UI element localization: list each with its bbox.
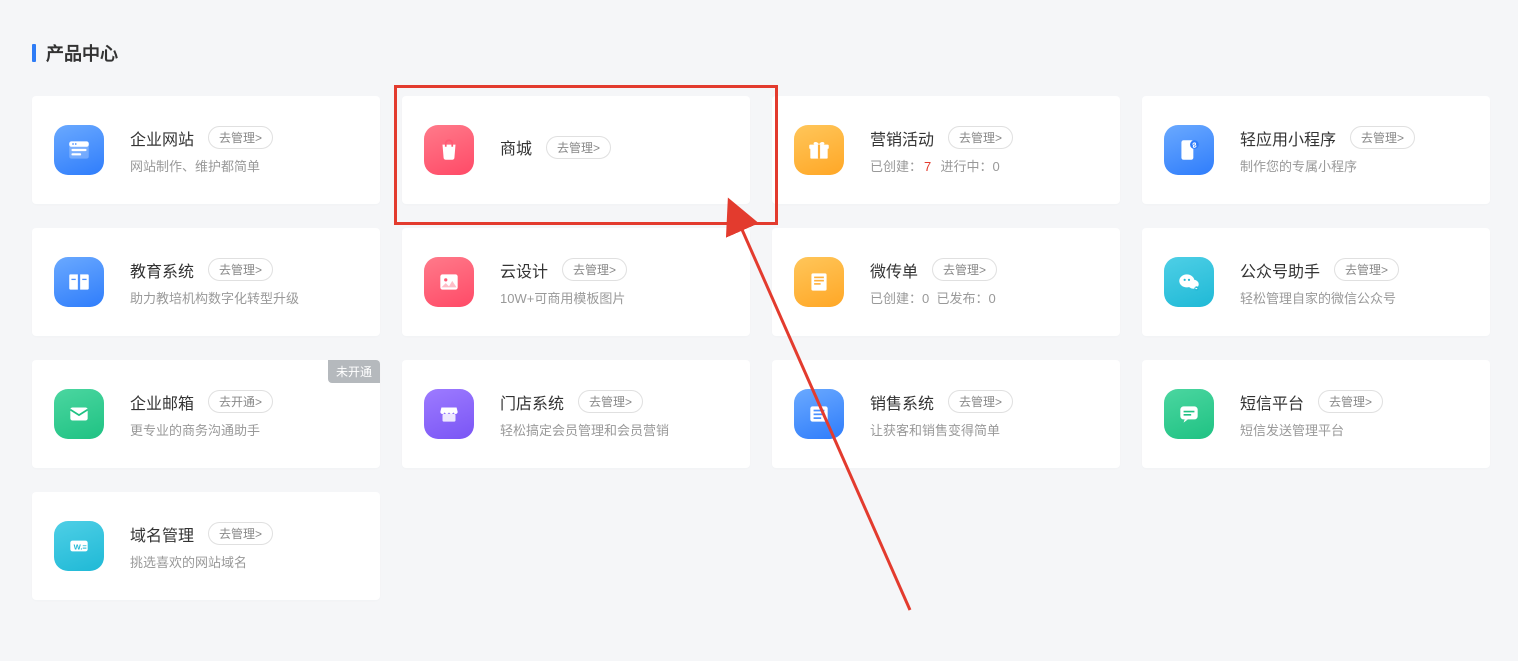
svg-text:W.≡: W.≡: [74, 542, 88, 551]
card-desc: 挑选喜欢的网站域名: [130, 552, 358, 571]
store-icon: [424, 389, 474, 439]
stat-created-value: 7: [924, 159, 931, 174]
card-title: 门店系统: [500, 390, 564, 414]
card-enterprise-site[interactable]: 企业网站 去管理> 网站制作、维护都简单: [32, 96, 380, 204]
manage-button[interactable]: 去管理>: [578, 390, 643, 413]
card-title: 企业邮箱: [130, 390, 194, 414]
card-title: 企业网站: [130, 126, 194, 150]
manage-button[interactable]: 去管理>: [208, 258, 273, 281]
stat-created-value: 0: [922, 291, 929, 306]
stat-created-label: 已创建：: [870, 291, 922, 306]
card-desc: 短信发送管理平台: [1240, 420, 1468, 439]
card-title: 公众号助手: [1240, 258, 1320, 282]
manage-button[interactable]: 去管理>: [208, 126, 273, 149]
card-miniapp[interactable]: 轻应用小程序 去管理> 制作您的专属小程序: [1142, 96, 1490, 204]
miniapp-icon: [1164, 125, 1214, 175]
card-sms-platform[interactable]: 短信平台 去管理> 短信发送管理平台: [1142, 360, 1490, 468]
card-shop[interactable]: 商城 去管理>: [402, 96, 750, 204]
stat-running-label: 进行中：: [940, 159, 992, 174]
card-desc: 制作您的专属小程序: [1240, 156, 1468, 175]
card-micro-flyer[interactable]: 微传单 去管理> 已创建：0 已发布：0: [772, 228, 1120, 336]
card-title: 教育系统: [130, 258, 194, 282]
card-title: 微传单: [870, 258, 918, 282]
card-sales-system[interactable]: 销售系统 去管理> 让获客和销售变得简单: [772, 360, 1120, 468]
card-domain-manage[interactable]: W.≡ 域名管理 去管理> 挑选喜欢的网站域名: [32, 492, 380, 600]
card-title: 销售系统: [870, 390, 934, 414]
card-marketing[interactable]: 营销活动 去管理> 已创建：7 进行中：0: [772, 96, 1120, 204]
manage-button[interactable]: 去管理>: [1350, 126, 1415, 149]
manage-button[interactable]: 去管理>: [208, 522, 273, 545]
card-store-system[interactable]: 门店系统 去管理> 轻松搞定会员管理和会员营销: [402, 360, 750, 468]
section-title: 产品中心: [32, 40, 1486, 66]
manage-button[interactable]: 去管理>: [546, 136, 611, 159]
card-title: 域名管理: [130, 522, 194, 546]
product-grid: 企业网站 去管理> 网站制作、维护都简单 商城 去管理>: [32, 96, 1486, 600]
card-wechat-assist[interactable]: 公众号助手 去管理> 轻松管理自家的微信公众号: [1142, 228, 1490, 336]
card-cloud-design[interactable]: 云设计 去管理> 10W+可商用模板图片: [402, 228, 750, 336]
manage-button[interactable]: 去管理>: [1334, 258, 1399, 281]
card-enterprise-mail[interactable]: 未开通 企业邮箱 去开通> 更专业的商务沟通助手: [32, 360, 380, 468]
manage-button[interactable]: 去管理>: [948, 126, 1013, 149]
section-title-text: 产品中心: [46, 40, 118, 66]
mail-icon: [54, 389, 104, 439]
flyer-icon: [794, 257, 844, 307]
card-desc: 更专业的商务沟通助手: [130, 420, 358, 439]
open-button[interactable]: 去开通>: [208, 390, 273, 413]
domain-icon: W.≡: [54, 521, 104, 571]
card-desc: 让获客和销售变得简单: [870, 420, 1098, 439]
wechat-icon: [1164, 257, 1214, 307]
stat-running-value: 0: [993, 159, 1000, 174]
card-desc: 轻松搞定会员管理和会员营销: [500, 420, 728, 439]
shopping-bag-icon: [424, 125, 474, 175]
book-icon: [54, 257, 104, 307]
card-stats: 已创建：7 进行中：0: [870, 156, 1098, 175]
card-title: 云设计: [500, 258, 548, 282]
stat-publish-value: 0: [989, 291, 996, 306]
title-bar-accent: [32, 44, 36, 62]
card-desc: 轻松管理自家的微信公众号: [1240, 288, 1468, 307]
sms-icon: [1164, 389, 1214, 439]
manage-button[interactable]: 去管理>: [562, 258, 627, 281]
stat-publish-label: 已发布：: [936, 291, 988, 306]
image-icon: [424, 257, 474, 307]
manage-button[interactable]: 去管理>: [948, 390, 1013, 413]
card-title: 短信平台: [1240, 390, 1304, 414]
manage-button[interactable]: 去管理>: [932, 258, 997, 281]
list-icon: [794, 389, 844, 439]
not-opened-tag: 未开通: [328, 360, 380, 383]
card-desc: 助力教培机构数字化转型升级: [130, 288, 358, 307]
card-desc: 网站制作、维护都简单: [130, 156, 358, 175]
gift-icon: [794, 125, 844, 175]
card-desc: 10W+可商用模板图片: [500, 288, 728, 307]
card-title: 轻应用小程序: [1240, 126, 1336, 150]
window-icon: [54, 125, 104, 175]
card-title: 营销活动: [870, 126, 934, 150]
stat-created-label: 已创建：: [870, 159, 922, 174]
card-title: 商城: [500, 135, 532, 159]
manage-button[interactable]: 去管理>: [1318, 390, 1383, 413]
card-education[interactable]: 教育系统 去管理> 助力教培机构数字化转型升级: [32, 228, 380, 336]
card-stats: 已创建：0 已发布：0: [870, 288, 1098, 307]
